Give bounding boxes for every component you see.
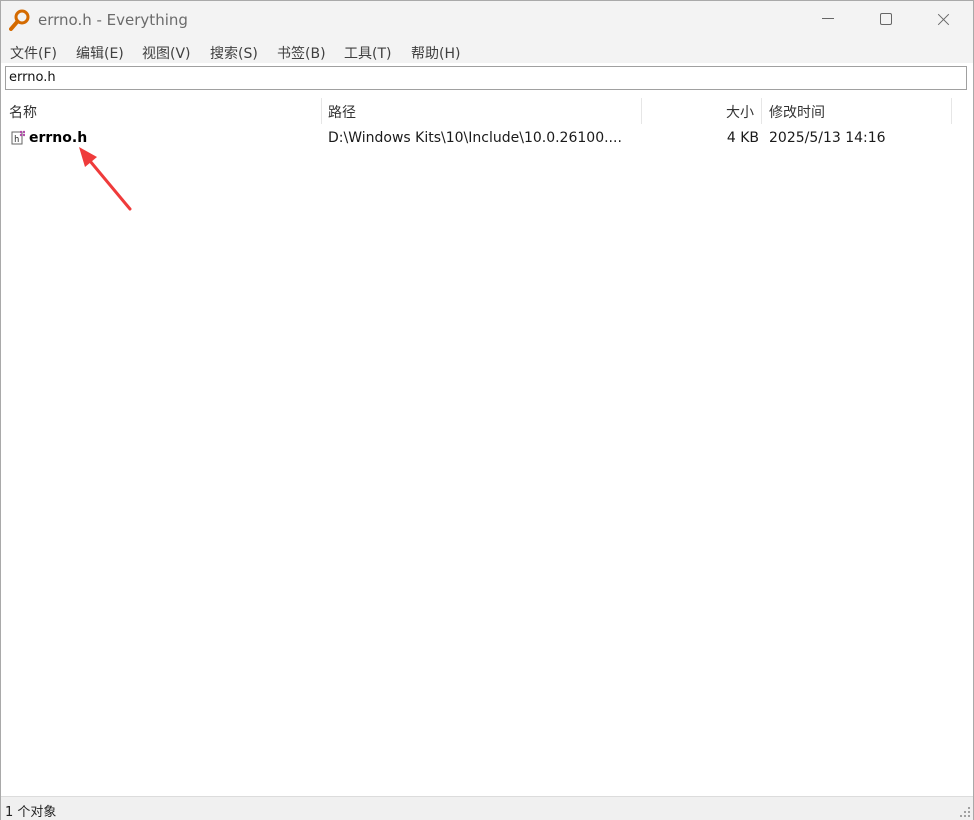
column-divider[interactable] <box>761 98 762 124</box>
result-modified: 2025/5/13 14:16 <box>769 130 886 146</box>
window-title: errno.h - Everything <box>38 11 188 29</box>
status-bar: 1 个对象 <box>1 796 973 820</box>
menu-file[interactable]: 文件(F) <box>10 43 57 63</box>
menu-bar: 文件(F) 编辑(E) 视图(V) 搜索(S) 书签(B) 工具(T) 帮助(H… <box>1 39 973 63</box>
everything-window: errno.h - Everything 文件(F) 编辑(E) 视图(V) 搜… <box>0 0 974 820</box>
magnifier-icon <box>9 9 30 31</box>
column-header: 名称 路径 大小 修改时间 <box>1 98 973 124</box>
column-name[interactable]: 名称 <box>9 102 37 122</box>
header-file-icon: h <box>11 130 25 145</box>
menu-bookmarks[interactable]: 书签(B) <box>277 43 326 63</box>
column-size[interactable]: 大小 <box>726 102 754 122</box>
column-divider[interactable] <box>641 98 642 124</box>
status-text: 1 个对象 <box>5 805 57 820</box>
resize-grip-icon[interactable] <box>959 806 971 818</box>
column-path[interactable]: 路径 <box>328 102 356 122</box>
result-row[interactable]: h errno.h D:\Windows Kits\10\Include\10.… <box>1 127 973 149</box>
maximize-button[interactable] <box>856 1 914 39</box>
annotation-arrow <box>79 147 132 211</box>
title-bar[interactable]: errno.h - Everything <box>1 1 973 39</box>
result-size: 4 KB <box>726 130 759 146</box>
menu-view[interactable]: 视图(V) <box>142 43 191 63</box>
svg-text:h: h <box>14 135 19 145</box>
column-divider[interactable] <box>321 98 322 124</box>
result-path: D:\Windows Kits\10\Include\10.0.26100...… <box>328 130 622 146</box>
menu-edit[interactable]: 编辑(E) <box>76 43 124 63</box>
menu-tools[interactable]: 工具(T) <box>344 43 391 63</box>
search-input[interactable]: errno.h <box>5 66 967 90</box>
column-modified[interactable]: 修改时间 <box>769 102 825 122</box>
minimize-button[interactable] <box>798 1 856 39</box>
menu-help[interactable]: 帮助(H) <box>411 43 460 63</box>
column-divider[interactable] <box>951 98 952 124</box>
close-button[interactable] <box>914 1 972 39</box>
menu-search[interactable]: 搜索(S) <box>210 43 258 63</box>
